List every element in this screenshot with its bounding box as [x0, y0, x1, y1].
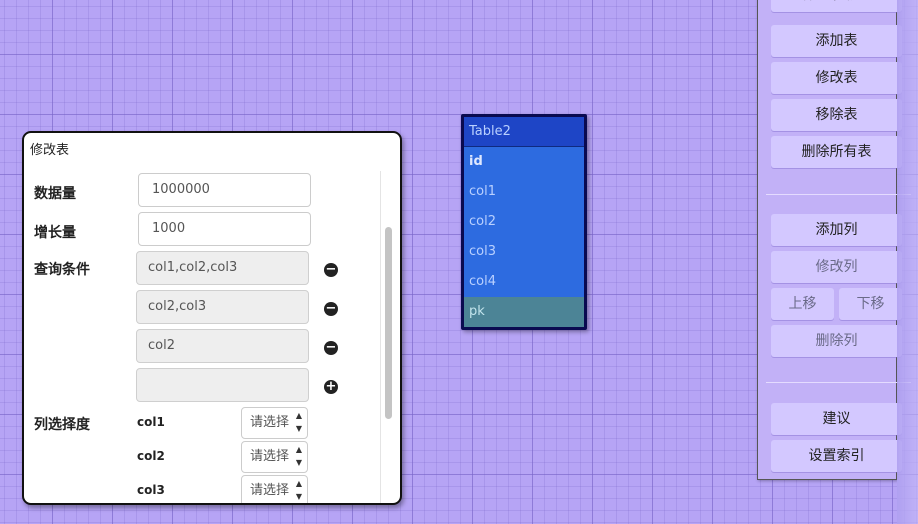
select-value: 请选择 — [250, 449, 290, 464]
data-volume-input[interactable]: 1000000 — [138, 173, 311, 207]
add-query-icon[interactable]: + — [324, 380, 338, 394]
select-arrows-icon: ▲ ▼ — [295, 479, 302, 501]
table-title[interactable]: Table2 — [464, 117, 584, 147]
table-field[interactable]: col4 — [464, 267, 584, 297]
dialog-title: 修改表 — [30, 143, 70, 158]
modify-column-button[interactable]: 修改列 — [771, 251, 902, 283]
select-value: 请选择 — [250, 483, 290, 498]
column-name: col1 — [137, 415, 165, 429]
delete-all-tables-button[interactable]: 删除所有表 — [771, 136, 902, 168]
new-query-input[interactable] — [136, 368, 309, 402]
modify-table-dialog: 修改表 数据量 1000000 增长量 1000 查询条件 col1,col2,… — [22, 131, 402, 505]
select-value: 请选择 — [250, 415, 290, 430]
table-card[interactable]: Table2 id col1 col2 col3 col4 pk — [461, 114, 587, 330]
query-input[interactable]: col2 — [136, 329, 309, 363]
move-up-button[interactable]: 上移 — [771, 288, 834, 320]
scrollbar-track — [380, 171, 381, 503]
remove-query-icon[interactable]: − — [324, 341, 338, 355]
selectivity-select[interactable]: 请选择 ▲ ▼ — [241, 407, 308, 439]
table-field[interactable]: col1 — [464, 177, 584, 207]
separator — [766, 194, 911, 195]
column-name: col3 — [137, 483, 165, 497]
select-arrows-icon: ▲ ▼ — [295, 411, 302, 433]
sidebar-overlay — [897, 0, 918, 524]
query-condition-label: 查询条件 — [34, 262, 90, 278]
query-input[interactable]: col2,col3 — [136, 290, 309, 324]
remove-query-icon[interactable]: − — [324, 263, 338, 277]
column-selectivity-label: 列选择度 — [34, 417, 90, 433]
table-field-pk[interactable]: pk — [464, 297, 584, 327]
add-table-button[interactable]: 添加表 — [771, 25, 902, 57]
delete-column-button[interactable]: 删除列 — [771, 325, 902, 357]
table-field[interactable]: col2 — [464, 207, 584, 237]
remove-table-button[interactable]: 移除表 — [771, 99, 902, 131]
selectivity-select[interactable]: 请选择 ▲ ▼ — [241, 441, 308, 473]
growth-input[interactable]: 1000 — [138, 212, 311, 246]
query-input[interactable]: col1,col2,col3 — [136, 251, 309, 285]
separator — [766, 382, 911, 383]
table-field[interactable]: id — [464, 147, 584, 177]
sidebar-panel: 保存 / 载入 添加表 修改表 移除表 删除所有表 添加列 修改列 上移 下移 … — [757, 0, 911, 480]
column-name: col2 — [137, 449, 165, 463]
selectivity-select[interactable]: 请选择 ▲ ▼ — [241, 475, 308, 503]
suggest-button[interactable]: 建议 — [771, 403, 902, 435]
add-column-button[interactable]: 添加列 — [771, 214, 902, 246]
data-volume-label: 数据量 — [34, 186, 76, 202]
save-load-button[interactable]: 保存 / 载入 — [771, 0, 902, 12]
move-down-button[interactable]: 下移 — [839, 288, 902, 320]
set-index-button[interactable]: 设置索引 — [771, 440, 902, 472]
scrollbar-thumb[interactable] — [385, 227, 392, 419]
table-field[interactable]: col3 — [464, 237, 584, 267]
remove-query-icon[interactable]: − — [324, 302, 338, 316]
modify-table-button[interactable]: 修改表 — [771, 62, 902, 94]
select-arrows-icon: ▲ ▼ — [295, 445, 302, 467]
growth-label: 增长量 — [34, 225, 76, 241]
